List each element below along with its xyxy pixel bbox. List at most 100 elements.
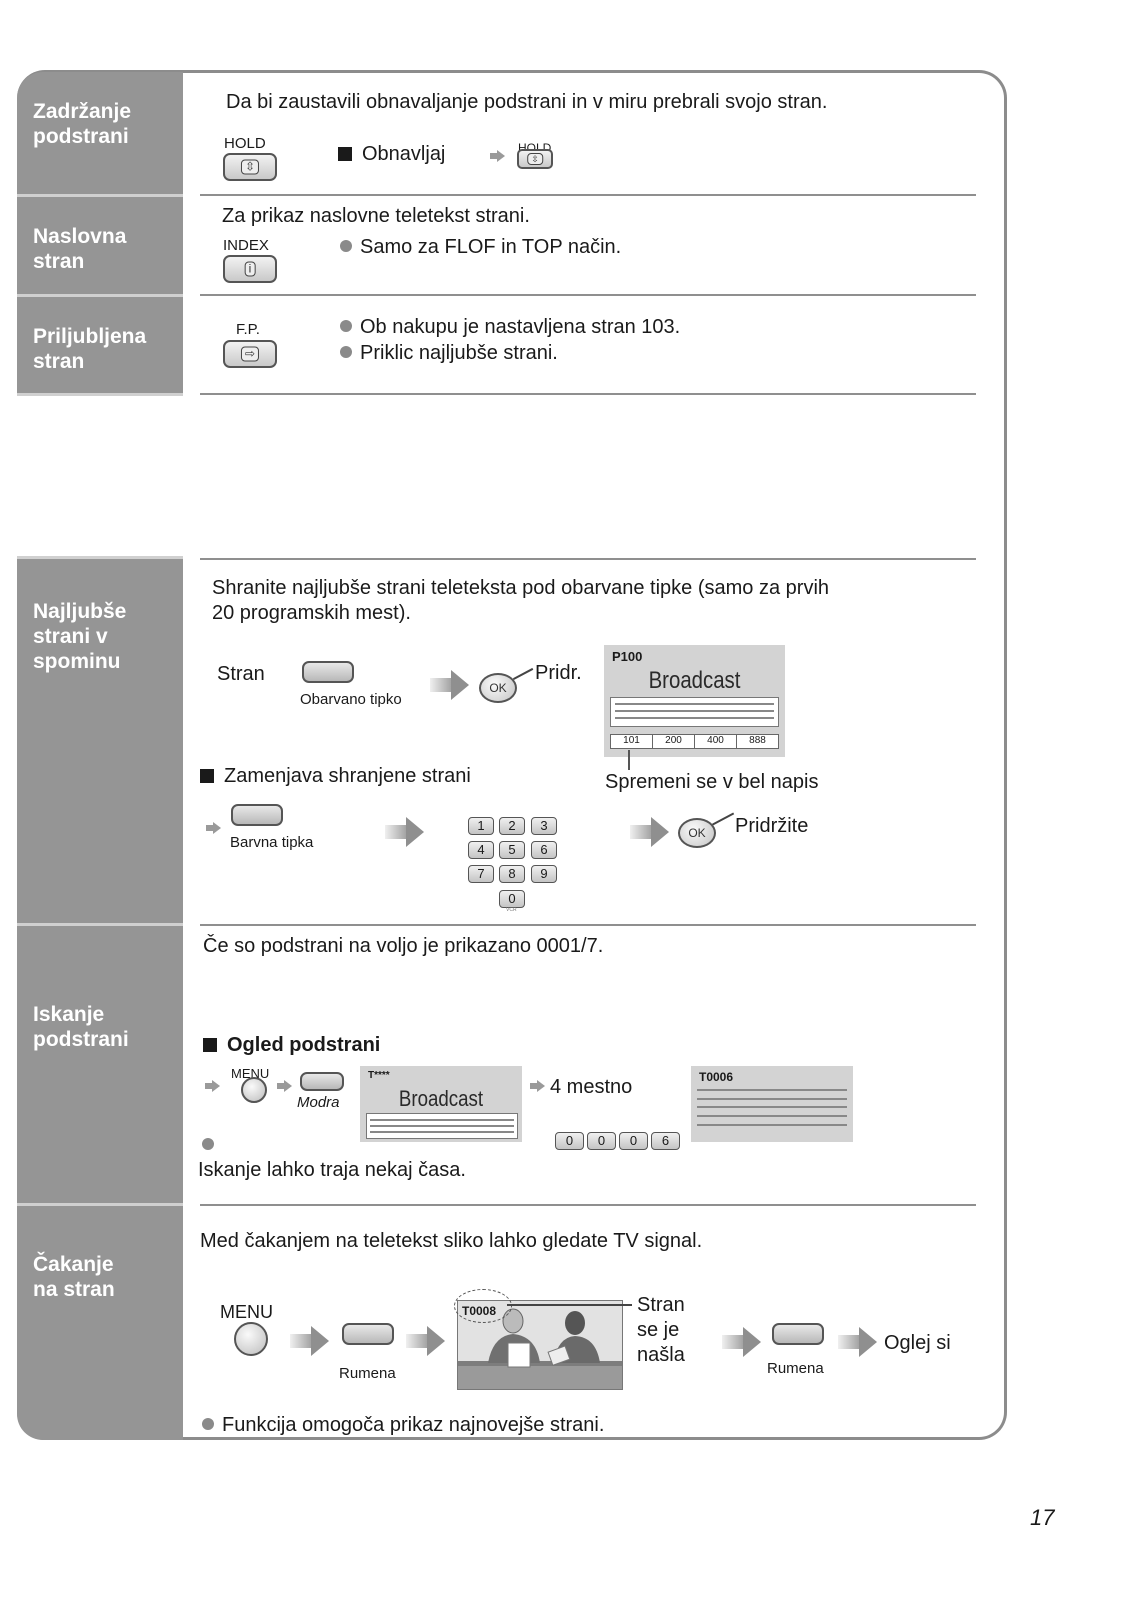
bullet-icon	[202, 1138, 214, 1150]
hold-intro: Da bi zaustavili obnavaljanje podstrani …	[226, 91, 828, 113]
blue-key-button[interactable]	[300, 1072, 344, 1091]
section-title-favorite: Priljubljena stran	[17, 297, 183, 393]
memory-intro-2: 20 programskih mest).	[212, 602, 411, 624]
page-code: P100	[612, 649, 643, 664]
yellow-key-button[interactable]	[342, 1323, 394, 1345]
blue-key-label: Modra	[297, 1094, 340, 1111]
yellow-key-button-2[interactable]	[772, 1323, 824, 1345]
refresh-heading: Obnavljaj	[338, 142, 445, 166]
number-key-9[interactable]: 9	[531, 865, 557, 883]
menu-button[interactable]	[241, 1077, 267, 1103]
section-title-hold: Zadržanje podstrani	[17, 72, 183, 194]
hold-small-button[interactable]: ⇳	[517, 149, 553, 169]
arrow-right-icon	[630, 817, 670, 847]
callout-line	[628, 750, 630, 770]
section-title-page-wait: Čakanje na stran	[17, 1206, 183, 1440]
page-code: T****	[368, 1070, 390, 1081]
arrow-right-icon	[277, 1080, 293, 1092]
arrow-right-icon	[385, 817, 425, 847]
digits-label: 4 mestno	[550, 1076, 633, 1098]
favorite-page-button[interactable]: ⇨	[223, 340, 277, 368]
result-code: T0006	[699, 1070, 734, 1084]
bullet-icon	[340, 320, 352, 332]
bullet-icon	[202, 1418, 214, 1430]
digit-key[interactable]: 0	[587, 1132, 616, 1150]
subpage-intro: Če so podstrani na voljo je prikazano 00…	[203, 935, 604, 957]
yellow-key-label: Rumena	[339, 1365, 396, 1382]
color-key-caption-2: Barvna tipka	[230, 834, 314, 851]
section-title-memory: Najljubše strani v spominu	[17, 559, 183, 923]
section-divider	[200, 558, 976, 560]
digit-key[interactable]: 0	[555, 1132, 584, 1150]
menu-button[interactable]	[234, 1322, 268, 1356]
arrow-right-icon	[430, 670, 470, 700]
number-key-8[interactable]: 8	[499, 865, 525, 883]
square-bullet-icon	[200, 769, 214, 783]
hold-icon: ⇳	[527, 153, 543, 165]
screen-content-box	[610, 697, 779, 727]
index-intro: Za prikaz naslovne teletekst strani.	[222, 205, 530, 227]
vcr-label: VCR	[506, 907, 517, 913]
arrow-right-icon	[490, 150, 506, 162]
fastext-bar: 101 200 400 888	[610, 734, 779, 749]
arrow-right-icon	[205, 1080, 221, 1092]
memory-intro-1: Shranite najljubše strani teleteksta pod…	[212, 577, 830, 599]
section-divider	[200, 194, 976, 196]
hold-button[interactable]: ⇳	[223, 153, 277, 181]
menu-label-2: MENU	[220, 1302, 273, 1322]
fastext-item: 101	[611, 735, 653, 748]
arrow-right-icon	[290, 1326, 330, 1356]
section-title-index: Naslovna stran	[17, 197, 183, 294]
number-key-1[interactable]: 1	[468, 817, 494, 835]
wait-intro: Med čakanjem na teletekst sliko lahko gl…	[200, 1230, 703, 1252]
arrow-right-icon	[530, 1080, 546, 1092]
ok-button[interactable]: OK	[479, 673, 517, 703]
ok-button[interactable]: OK	[678, 818, 716, 848]
index-icon: i	[244, 261, 256, 277]
yellow-key-label-2: Rumena	[767, 1360, 824, 1377]
section-divider	[200, 924, 976, 926]
bullet-icon	[340, 240, 352, 252]
number-key-2[interactable]: 2	[499, 817, 525, 835]
hold-icon: ⇳	[240, 159, 260, 175]
number-key-4[interactable]: 4	[468, 841, 494, 859]
page-found-label: Stran se je našla	[637, 1294, 685, 1366]
number-key-6[interactable]: 6	[531, 841, 557, 859]
index-button[interactable]: i	[223, 255, 277, 283]
color-key-button[interactable]	[231, 804, 283, 826]
subpage-heading: Ogled podstrani	[203, 1033, 380, 1057]
number-key-3[interactable]: 3	[531, 817, 557, 835]
section-divider	[200, 393, 976, 395]
bullet-only	[202, 1133, 222, 1157]
hold-instruction-2: Pridržite	[735, 815, 809, 837]
digit-key[interactable]: 6	[651, 1132, 680, 1150]
color-key-button[interactable]	[302, 661, 354, 683]
number-key-5[interactable]: 5	[499, 841, 525, 859]
digit-key[interactable]: 0	[619, 1132, 648, 1150]
memory-step-label: Stran	[217, 663, 265, 685]
teletext-screen: P100 Broadcast 101 200 400 888	[604, 645, 785, 757]
search-screen: T**** Broadcast	[360, 1066, 522, 1142]
screen-content-box	[366, 1113, 518, 1139]
hold-instruction: Pridr.	[535, 662, 582, 684]
fastext-item: 400	[695, 735, 737, 748]
screen-headline: Broadcast	[398, 1086, 484, 1111]
bullet-icon	[340, 346, 352, 358]
callout-line	[507, 1304, 632, 1306]
arrow-right-icon	[722, 1327, 762, 1357]
number-key-7[interactable]: 7	[468, 865, 494, 883]
arrow-right-icon	[206, 822, 222, 834]
index-note: Samo za FLOF in TOP način.	[340, 235, 621, 259]
arrow-right-icon	[406, 1326, 446, 1356]
arrow-right-icon	[838, 1327, 878, 1357]
view-label: Oglej si	[884, 1332, 951, 1354]
screen-callout: Spremeni se v bel napis	[605, 771, 819, 793]
favorite-page-icon: ⇨	[240, 346, 260, 362]
number-key-0[interactable]: 0	[499, 890, 525, 908]
section-title-subpage-search: Iskanje podstrani	[17, 926, 183, 1203]
section-divider	[200, 1204, 976, 1206]
section-divider	[200, 294, 976, 296]
highlight-ellipse	[454, 1289, 512, 1323]
color-key-caption: Obarvano tipko	[300, 691, 402, 708]
square-bullet-icon	[338, 147, 352, 161]
